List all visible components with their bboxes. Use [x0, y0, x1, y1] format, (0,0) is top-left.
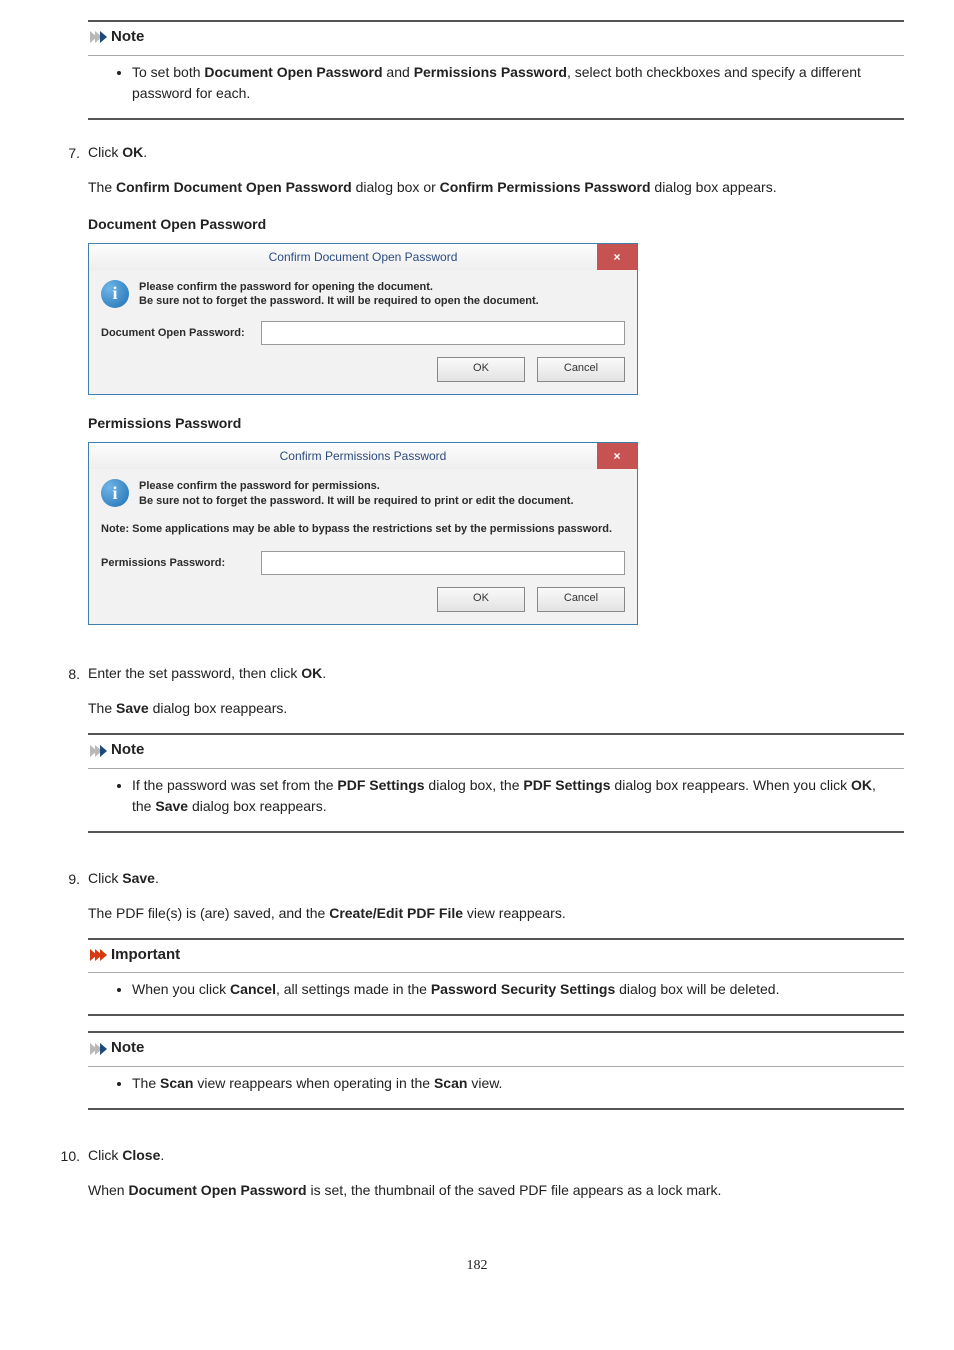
info-icon: i: [101, 479, 129, 507]
step-number: 7.: [50, 142, 88, 644]
step-number: 10.: [50, 1145, 88, 1215]
important-block: Important When you click Cancel, all set…: [88, 938, 904, 1017]
note-block: Note To set both Document Open Password …: [88, 20, 904, 120]
page-number: 182: [50, 1255, 904, 1276]
ok-button[interactable]: OK: [437, 587, 525, 612]
dialog-note: Note: Some applications may be able to b…: [101, 521, 625, 538]
doc-open-pw-heading: Document Open Password: [88, 214, 904, 235]
confirm-permissions-password-dialog: Confirm Permissions Password × i Please …: [88, 442, 638, 625]
step-instruction: Enter the set password, then click OK.: [88, 663, 904, 684]
dialog-title: Confirm Permissions Password ×: [89, 443, 637, 469]
important-text: When you click Cancel, all settings made…: [132, 979, 894, 1000]
step-text: When Document Open Password is set, the …: [88, 1180, 904, 1201]
step-number: 8.: [50, 663, 88, 848]
cancel-button[interactable]: Cancel: [537, 357, 625, 382]
doc-open-pw-input[interactable]: [261, 321, 625, 345]
permissions-pw-heading: Permissions Password: [88, 413, 904, 434]
doc-open-pw-label: Document Open Password:: [101, 325, 261, 342]
note-block: Note If the password was set from the PD…: [88, 733, 904, 833]
step-text: The PDF file(s) is (are) saved, and the …: [88, 903, 904, 924]
step-text: The Save dialog box reappears.: [88, 698, 904, 719]
note-text: If the password was set from the PDF Set…: [132, 775, 894, 817]
important-title: Important: [111, 944, 180, 967]
note-chevrons-icon: [90, 31, 105, 43]
note-title: Note: [111, 26, 144, 49]
note-title: Note: [111, 1037, 144, 1060]
note-chevrons-icon: [90, 745, 105, 757]
step-number: 9.: [50, 868, 88, 1125]
note-block: Note The Scan view reappears when operat…: [88, 1031, 904, 1110]
confirm-document-open-password-dialog: Confirm Document Open Password × i Pleas…: [88, 243, 638, 396]
step-instruction: Click Save.: [88, 868, 904, 889]
ok-button[interactable]: OK: [437, 357, 525, 382]
permissions-pw-input[interactable]: [261, 551, 625, 575]
dialog-message: Please confirm the password for opening …: [139, 280, 539, 310]
note-text: The Scan view reappears when operating i…: [132, 1073, 894, 1094]
dialog-message: Please confirm the password for permissi…: [139, 479, 574, 509]
step-instruction: Click OK.: [88, 142, 904, 163]
close-icon[interactable]: ×: [597, 443, 637, 469]
important-chevrons-icon: [90, 949, 105, 961]
note-title: Note: [111, 739, 144, 762]
step-text: The Confirm Document Open Password dialo…: [88, 177, 904, 198]
step-instruction: Click Close.: [88, 1145, 904, 1166]
note-chevrons-icon: [90, 1043, 105, 1055]
close-icon[interactable]: ×: [597, 244, 637, 270]
permissions-pw-label: Permissions Password:: [101, 555, 261, 572]
info-icon: i: [101, 280, 129, 308]
note-text: To set both Document Open Password and P…: [132, 62, 894, 104]
dialog-title: Confirm Document Open Password ×: [89, 244, 637, 270]
cancel-button[interactable]: Cancel: [537, 587, 625, 612]
